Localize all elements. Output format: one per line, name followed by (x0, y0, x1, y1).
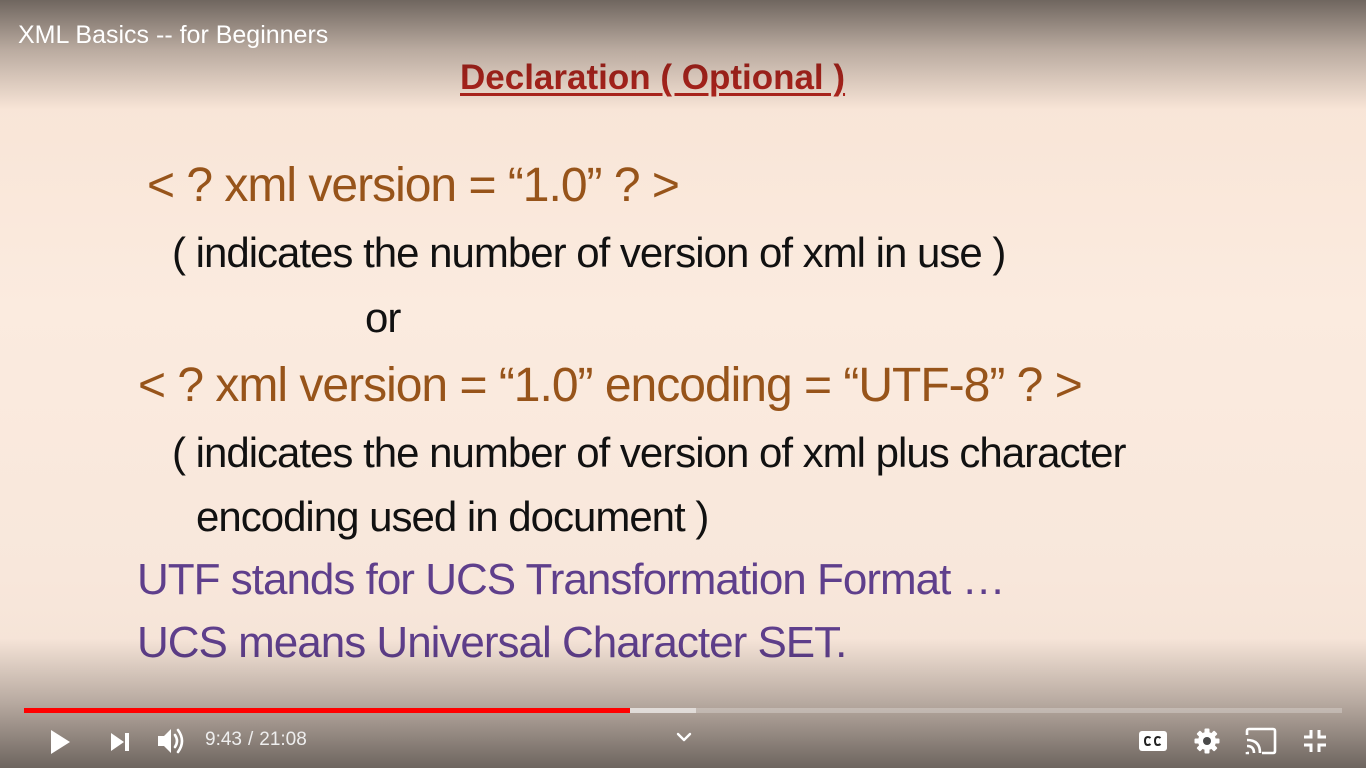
slide-description-line: encoding used in document ) (196, 493, 709, 540)
slide-note-line: UTF stands for UCS Transformation Format… (137, 555, 1006, 604)
progress-bar[interactable] (24, 708, 1342, 713)
exit-fullscreen-button[interactable] (1296, 722, 1334, 760)
volume-button[interactable] (152, 720, 192, 762)
play-button[interactable] (40, 722, 80, 762)
captions-button[interactable] (1134, 724, 1172, 758)
video-title[interactable]: XML Basics -- for Beginners (18, 21, 328, 50)
next-button[interactable] (102, 722, 138, 762)
next-icon (109, 731, 131, 753)
gear-icon (1193, 727, 1221, 755)
slide-or-line: or (365, 294, 401, 341)
settings-button[interactable] (1188, 722, 1226, 760)
time-display: 9:43/21:08 (205, 729, 307, 751)
time-separator: / (247, 729, 254, 750)
chevron-down-icon (676, 732, 692, 742)
slide-title: Declaration ( Optional ) (460, 58, 846, 97)
exit-fullscreen-icon (1302, 728, 1328, 754)
slide-code-line: < ? xml version = “1.0” encoding = “UTF-… (138, 359, 1083, 412)
video-frame[interactable]: Declaration ( Optional ) < ? xml version… (0, 0, 1366, 768)
slide-description-line: ( indicates the number of version of xml… (172, 429, 1126, 476)
progress-played (24, 708, 631, 713)
play-icon (48, 728, 72, 756)
cast-button[interactable] (1240, 722, 1282, 760)
cast-icon (1244, 727, 1278, 755)
slide-note-line: UCS means Universal Character SET. (137, 618, 847, 667)
video-player[interactable]: Declaration ( Optional ) < ? xml version… (0, 0, 1366, 768)
duration: 21:08 (259, 729, 307, 750)
slide-description-line: ( indicates the number of version of xml… (172, 229, 1006, 276)
chapters-chevron-button[interactable] (672, 727, 696, 747)
current-time: 9:43 (205, 729, 242, 750)
captions-icon (1138, 730, 1168, 752)
slide-code-line: < ? xml version = “1.0” ? > (147, 159, 680, 212)
volume-icon (156, 726, 188, 756)
